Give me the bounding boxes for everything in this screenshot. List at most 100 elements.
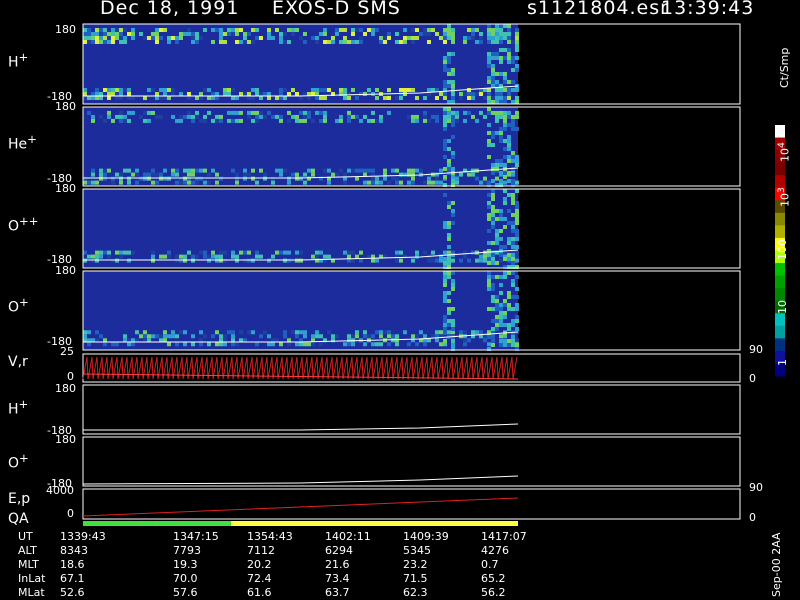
heatmap-cell (279, 168, 283, 173)
heatmap-cell (499, 217, 503, 221)
heatmap-cell (167, 40, 171, 44)
heatmap-cell (231, 96, 235, 100)
heatmap-cell (323, 114, 327, 119)
heatmap-cell (287, 258, 291, 263)
footer-cell: 1409:39 (403, 530, 449, 543)
heatmap-cell (499, 303, 503, 307)
heatmap-cell (91, 180, 95, 185)
heatmap-cell (131, 110, 135, 115)
heatmap-cell (447, 84, 451, 88)
heatmap-cell (315, 334, 319, 339)
heatmap-cell (443, 36, 447, 40)
heatmap-cell (383, 36, 387, 40)
heatmap-cell (103, 36, 107, 40)
heatmap-cell (487, 36, 491, 40)
footer-row-label: MLat (18, 586, 45, 599)
heatmap-cell (487, 100, 491, 104)
heatmap-cell (147, 110, 151, 115)
heatmap-cell (399, 258, 403, 263)
heatmap-cell (123, 118, 127, 123)
heatmap-cell (443, 110, 447, 115)
heatmap-cell (151, 36, 155, 40)
heatmap-cell (371, 28, 375, 32)
heatmap-cell (379, 40, 383, 44)
heatmap-cell (403, 92, 407, 96)
heatmap-cell (303, 110, 307, 115)
heatmap-cell (367, 168, 371, 173)
heatmap-cell (211, 92, 215, 96)
heatmap-cell (331, 334, 335, 339)
heatmap-cell (127, 176, 131, 181)
heatmap-cell (191, 254, 195, 259)
heatmap-cell (499, 131, 503, 135)
heatmap-cell (251, 88, 255, 92)
heatmap-cell (511, 237, 515, 241)
heatmap-cell (295, 258, 299, 263)
heatmap-cell (359, 28, 363, 32)
heatmap-cell (387, 96, 391, 100)
heatmap-cell (423, 110, 427, 115)
heatmap-cell (215, 254, 219, 259)
heatmap-cell (451, 119, 455, 123)
heatmap-cell (415, 114, 419, 119)
heatmap-cell (171, 168, 175, 173)
heatmap-cell (403, 28, 407, 32)
heatmap-cell (511, 151, 515, 155)
panel-label-ep: E,p (8, 491, 31, 507)
heatmap-cell (491, 40, 495, 44)
heatmap-cell (143, 118, 147, 123)
footer-cell: 61.6 (247, 586, 272, 599)
heatmap-cell (499, 237, 503, 241)
heatmap-cell (487, 56, 491, 60)
heatmap-cell (447, 159, 451, 163)
heatmap-cell (199, 250, 203, 255)
heatmap-cell (415, 168, 419, 173)
heatmap-cell (355, 334, 359, 339)
heatmap-cell (439, 180, 443, 185)
heatmap-cell (123, 40, 127, 44)
heatmap-cell (123, 114, 127, 119)
heatmap-cell (159, 36, 163, 40)
heatmap-cell (359, 168, 363, 173)
heatmap-cell (103, 118, 107, 123)
colorbar-swatch (775, 338, 785, 352)
footer-cell: 5345 (403, 544, 431, 557)
heatmap-cell (435, 180, 439, 185)
heatmap-cell (231, 118, 235, 123)
heatmap-cell (491, 319, 495, 323)
heatmap-cell (447, 24, 451, 28)
heatmap-cell (247, 258, 251, 263)
heatmap-cell (215, 28, 219, 32)
heatmap-cell (495, 159, 499, 163)
heatmap-cell (131, 342, 135, 347)
heatmap-cell (215, 114, 219, 119)
heatmap-cell (279, 250, 283, 255)
heatmap-cell (471, 92, 475, 96)
heatmap-cell (347, 334, 351, 339)
heatmap-cell (235, 258, 239, 263)
heatmap-cell (495, 176, 499, 181)
heatmap-cell (343, 172, 347, 177)
heatmap-cell (499, 245, 503, 249)
heatmap-cell (155, 28, 159, 32)
heatmap-cell (515, 28, 519, 32)
heatmap-cell (315, 110, 319, 115)
heatmap-cell (95, 330, 99, 335)
heatmap-cell (167, 36, 171, 40)
heatmap-cell (147, 334, 151, 339)
heatmap-cell (111, 40, 115, 44)
heatmap-cell (503, 275, 507, 279)
heatmap-cell (447, 163, 451, 167)
heatmap-cell (443, 295, 447, 299)
heatmap-cell (319, 250, 323, 255)
heatmap-cell (411, 88, 415, 92)
heatmap-cell (375, 28, 379, 32)
heatmap-cell (379, 114, 383, 119)
heatmap-cell (283, 258, 287, 263)
heatmap-cell (395, 180, 399, 185)
heatmap-cell (335, 28, 339, 32)
heatmap-cell (443, 299, 447, 303)
heatmap-cell (111, 28, 115, 32)
heatmap-cell (351, 28, 355, 32)
heatmap-cell (447, 291, 451, 295)
